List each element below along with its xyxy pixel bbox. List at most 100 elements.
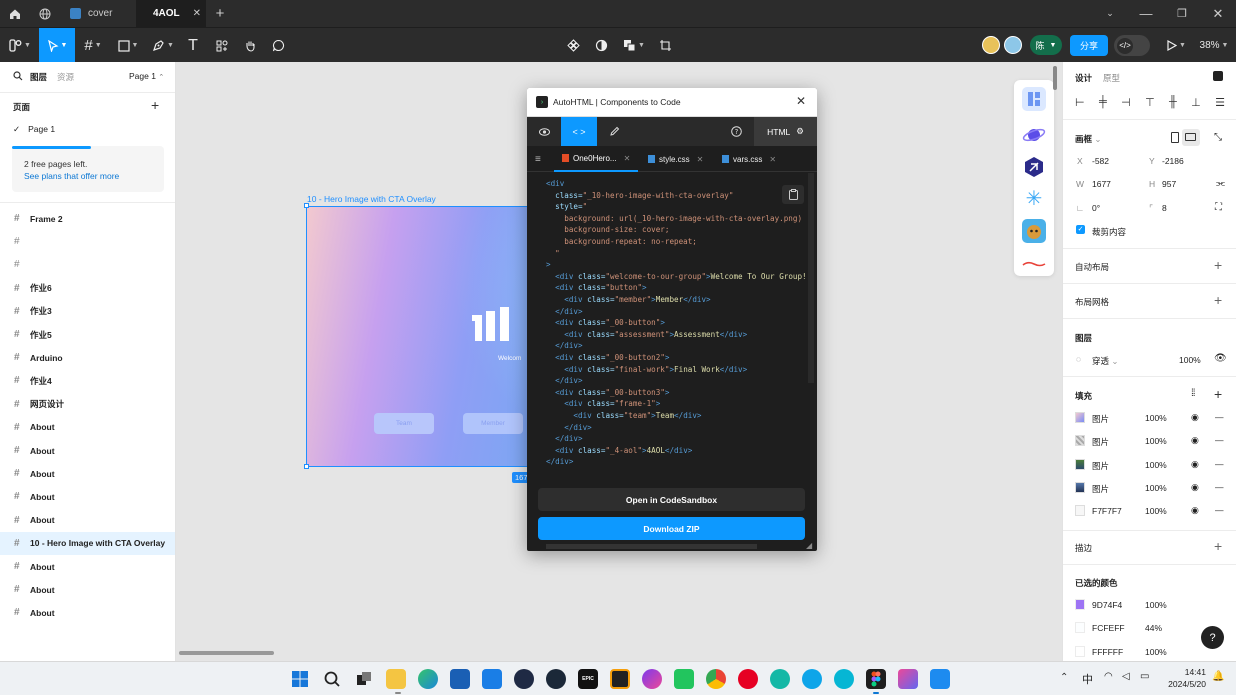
search-icon[interactable]	[13, 71, 23, 84]
edit-tab[interactable]	[597, 117, 631, 146]
zoom-menu[interactable]: 38% ▼	[1194, 28, 1234, 63]
color-hex[interactable]: FCFEFF	[1092, 623, 1125, 633]
help-button[interactable]: ?	[1201, 626, 1224, 649]
team-button[interactable]: Team	[374, 413, 434, 434]
code-editor[interactable]: <div class="_10-hero-image-with-cta-over…	[527, 173, 817, 481]
page-selector[interactable]: Page 1 ⌃	[129, 71, 164, 81]
new-tab-button[interactable]: +	[210, 0, 230, 27]
steam-icon[interactable]	[546, 669, 566, 689]
h-input[interactable]: 957	[1162, 179, 1176, 189]
dev-mode-toggle[interactable]: </>	[1114, 35, 1150, 56]
eye-icon[interactable]: ◉	[1191, 435, 1199, 446]
tab-layers[interactable]: 图层	[30, 71, 47, 83]
file-tab-html[interactable]: One0Hero... ✕	[554, 146, 639, 172]
move-tool[interactable]: ▼	[39, 28, 75, 63]
search-icon[interactable]	[322, 669, 342, 689]
battery-icon[interactable]: ▭	[1140, 671, 1149, 682]
layer-row[interactable]: #	[0, 230, 175, 253]
figma-icon[interactable]	[866, 669, 886, 689]
eye-icon[interactable]: ◉	[1191, 482, 1199, 493]
close-tab-icon[interactable]: ✕	[193, 8, 201, 19]
align-right-icon[interactable]: ⊣	[1121, 96, 1131, 110]
layer-row[interactable]: # About	[0, 416, 175, 439]
windows-start-icon[interactable]	[290, 669, 310, 689]
arduino-icon[interactable]	[834, 669, 854, 689]
component-icon[interactable]	[562, 28, 584, 63]
color-swatch[interactable]	[1075, 622, 1085, 634]
remove-fill-icon[interactable]: —	[1215, 435, 1224, 445]
constrain-proportions-icon[interactable]: ⫘	[1216, 178, 1225, 189]
add-page-button[interactable]: +	[151, 97, 159, 113]
app-icon[interactable]	[770, 669, 790, 689]
clip-content-checkbox[interactable]: ✓	[1076, 225, 1085, 234]
layer-row[interactable]: # 作业5	[0, 323, 175, 346]
eye-icon[interactable]: ◉	[1191, 412, 1199, 423]
app-icon[interactable]	[674, 669, 694, 689]
see-plans-link[interactable]: See plans that offer more	[24, 171, 119, 181]
preview-tab[interactable]	[527, 117, 561, 146]
layer-row[interactable]: # 作业3	[0, 300, 175, 323]
layer-row[interactable]: # About	[0, 601, 175, 624]
frame-tool[interactable]: # ▼	[78, 28, 108, 63]
horizontal-scrollbar[interactable]	[179, 651, 274, 655]
code-tab[interactable]: < >	[561, 117, 597, 146]
close-file-icon[interactable]: ✕	[769, 155, 776, 164]
fill-swatch[interactable]	[1075, 412, 1085, 423]
chevron-down-icon[interactable]: ⌄	[1100, 0, 1120, 27]
distribute-icon[interactable]: ☰	[1215, 96, 1225, 110]
app-icon[interactable]	[514, 669, 534, 689]
y-input[interactable]: -2186	[1162, 156, 1184, 166]
home-icon[interactable]	[0, 0, 29, 27]
language-selector[interactable]: HTML ⚙	[754, 117, 817, 146]
independent-corners-icon[interactable]: ⛶	[1215, 202, 1222, 213]
x-input[interactable]: -582	[1092, 156, 1109, 166]
task-view-icon[interactable]	[354, 669, 374, 689]
fill-opacity[interactable]: 100%	[1145, 506, 1167, 516]
fill-swatch[interactable]	[1075, 458, 1085, 470]
color-swatch[interactable]	[1075, 599, 1085, 610]
notification-icon[interactable]: 🔔	[1212, 671, 1224, 682]
remove-fill-icon[interactable]: —	[1215, 505, 1224, 515]
fill-opacity[interactable]: 100%	[1145, 436, 1167, 446]
color-opacity[interactable]: 100%	[1145, 647, 1167, 657]
minimize-button[interactable]: —	[1136, 0, 1156, 27]
fill-swatch[interactable]	[1075, 481, 1085, 493]
resize-to-fit-icon[interactable]: ⤡	[1214, 132, 1222, 143]
layer-row[interactable]: # Arduino	[0, 346, 175, 369]
clock-date[interactable]: 2024/5/20	[1150, 679, 1206, 689]
app-icon[interactable]	[898, 669, 918, 689]
edge-browser-icon[interactable]	[418, 669, 438, 689]
align-center-v-icon[interactable]: ╫	[1169, 96, 1177, 110]
fill-row[interactable]: 图片 100% ◉ —	[1063, 412, 1236, 432]
tab-4aol[interactable]: 4AOL ✕	[136, 0, 206, 27]
layer-row[interactable]: # 作业4	[0, 369, 175, 392]
layer-row[interactable]: # 网页设计	[0, 393, 175, 416]
volume-icon[interactable]: ◁	[1122, 671, 1130, 682]
frame-name-label[interactable]: 10 - Hero Image with CTA Overlay	[307, 194, 436, 204]
resize-handle[interactable]	[304, 203, 309, 208]
landscape-button[interactable]	[1182, 129, 1200, 146]
fill-opacity[interactable]: 100%	[1145, 460, 1167, 470]
member-button[interactable]: Member	[463, 413, 523, 434]
fill-label[interactable]: F7F7F7	[1092, 506, 1122, 516]
add-stroke-button[interactable]: +	[1214, 538, 1222, 554]
align-center-h-icon[interactable]: ╪	[1099, 96, 1107, 110]
plugin-planet-icon[interactable]	[1022, 123, 1046, 147]
app-icon[interactable]	[482, 669, 502, 689]
avatar[interactable]	[1004, 36, 1022, 54]
present-button[interactable]: ▼	[1162, 28, 1190, 63]
portrait-icon[interactable]	[1171, 132, 1179, 143]
hamburger-icon[interactable]: ≡	[535, 154, 541, 165]
pen-tool[interactable]: ▼	[147, 28, 179, 63]
plugin-horizontal-scrollbar[interactable]	[546, 544, 757, 549]
fill-swatch[interactable]	[1075, 505, 1085, 517]
fill-styles-icon[interactable]: ⁞⁞	[1191, 388, 1195, 399]
plugin-sparkle-icon[interactable]: ✳	[1022, 187, 1046, 211]
app-icon[interactable]	[802, 669, 822, 689]
color-hex[interactable]: FFFFFF	[1092, 647, 1123, 657]
close-window-button[interactable]: ✕	[1208, 0, 1228, 27]
remove-fill-icon[interactable]: —	[1215, 412, 1224, 422]
align-bottom-icon[interactable]: ⊥	[1191, 96, 1201, 110]
layer-row[interactable]: # About	[0, 555, 175, 578]
color-hex[interactable]: 9D74F4	[1092, 600, 1122, 610]
